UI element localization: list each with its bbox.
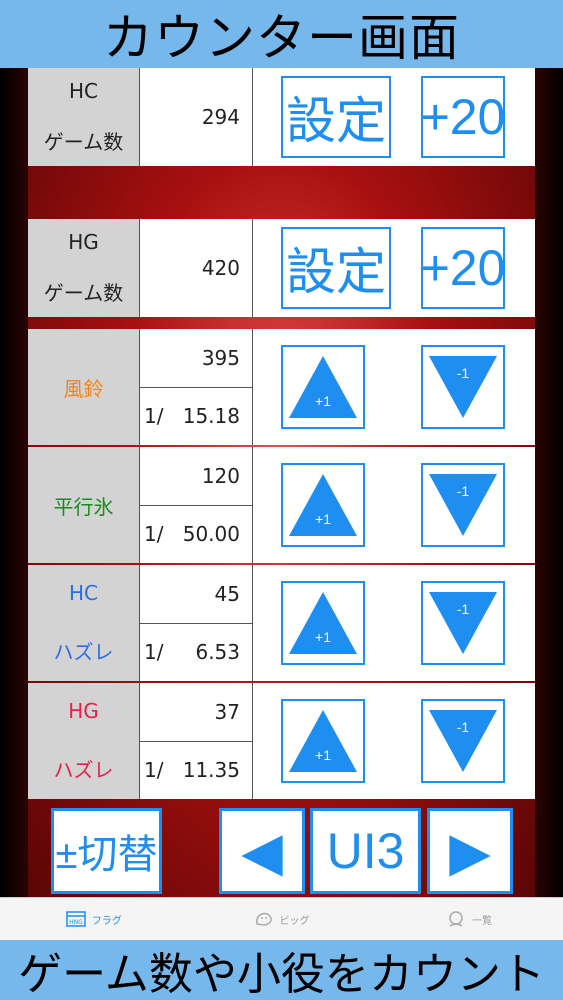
decrement-label: -1: [456, 365, 470, 381]
plus-20-button[interactable]: +20: [421, 76, 505, 158]
tab-big[interactable]: ビッグ: [188, 898, 376, 940]
tab-list[interactable]: 一覧: [375, 898, 563, 940]
counter-row: 風鈴 395 1/ 15.18 +1 -1: [28, 329, 535, 445]
tab-flag-label: フラグ: [91, 915, 122, 927]
game-count-value: 420: [140, 219, 253, 317]
counter-ratio: 1/ 6.53: [140, 624, 252, 682]
ratio-prefix: 1/: [144, 522, 164, 547]
counter-label-line1: HG: [68, 698, 99, 723]
counter-values: 395 1/ 15.18: [140, 329, 253, 445]
ratio-value: 6.53: [195, 640, 240, 665]
page-title: カウンター画面: [103, 9, 460, 67]
game-label-line2: ゲーム数: [43, 129, 124, 154]
counter-label-line2: ハズレ: [53, 640, 114, 665]
svg-text:HNG: HNG: [69, 919, 83, 926]
ratio-value: 50.00: [182, 522, 240, 547]
ratio-prefix: 1/: [144, 640, 164, 665]
game-actions: 設定 +20: [253, 219, 535, 317]
counter-label-line1: 風鈴: [63, 376, 104, 401]
decrement-button[interactable]: -1: [421, 699, 505, 783]
decrement-label: -1: [456, 719, 470, 735]
counter-label: 風鈴: [28, 329, 140, 445]
ratio-prefix: 1/: [144, 758, 164, 783]
footer-banner-text: ゲーム数や小役をカウント: [18, 949, 545, 1000]
tab-bar: HNG フラグ ビッグ 一覧: [0, 897, 563, 940]
tab-big-label: ビッグ: [279, 915, 310, 927]
game-row-hg: HG ゲーム数 420 設定 +20: [28, 219, 535, 317]
counter-row: HG ハズレ 37 1/ 11.35 +1 -1: [28, 683, 535, 799]
increment-label: +1: [315, 393, 331, 409]
decrement-label: -1: [456, 483, 470, 499]
counter-label: HG ハズレ: [28, 683, 140, 799]
game-count-value: 294: [140, 68, 253, 166]
flag-icon: HNG: [66, 910, 86, 928]
mode-button[interactable]: UI3: [310, 808, 421, 894]
counter-count: 37: [140, 683, 252, 742]
tab-list-label: 一覧: [472, 915, 493, 927]
counter-row: 平行氷 120 1/ 50.00 +1 -1: [28, 447, 535, 563]
left-edge: [0, 68, 28, 897]
switch-button[interactable]: ±切替: [51, 808, 162, 894]
counter-actions: +1 -1: [253, 329, 535, 445]
counter-count: 45: [140, 565, 252, 624]
ratio-value: 15.18: [182, 404, 240, 429]
increment-button[interactable]: +1: [281, 345, 365, 429]
counter-actions: +1 -1: [253, 447, 535, 563]
game-label-line1: HC: [68, 79, 98, 104]
game-label-line2: ゲーム数: [43, 280, 124, 305]
counter-label: 平行氷: [28, 447, 140, 563]
counter-values: 37 1/ 11.35: [140, 683, 253, 799]
increment-button[interactable]: +1: [281, 463, 365, 547]
decrement-button[interactable]: -1: [421, 463, 505, 547]
list-icon: [446, 910, 466, 928]
ratio-prefix: 1/: [144, 404, 164, 429]
increment-button[interactable]: +1: [281, 581, 365, 665]
increment-button[interactable]: +1: [281, 699, 365, 783]
next-button[interactable]: ▶: [427, 808, 513, 894]
counter-values: 45 1/ 6.53: [140, 565, 253, 681]
counter-ratio: 1/ 15.18: [140, 388, 252, 446]
counter-ratio: 1/ 50.00: [140, 506, 252, 564]
tab-flag[interactable]: HNG フラグ: [0, 898, 188, 940]
increment-label: +1: [315, 629, 331, 645]
game-row-hc: HC ゲーム数 294 設定 +20: [28, 68, 535, 166]
plus-20-button[interactable]: +20: [421, 227, 505, 309]
game-label: HC ゲーム数: [28, 68, 140, 166]
counter-actions: +1 -1: [253, 565, 535, 681]
big-icon: [254, 910, 274, 928]
counter-label-line1: 平行氷: [53, 494, 114, 519]
increment-label: +1: [315, 747, 331, 763]
increment-label: +1: [315, 511, 331, 527]
game-actions: 設定 +20: [253, 68, 535, 166]
counter-row: HC ハズレ 45 1/ 6.53 +1 -1: [28, 565, 535, 681]
decrement-button[interactable]: -1: [421, 581, 505, 665]
footer-banner: ゲーム数や小役をカウント: [0, 940, 563, 1000]
prev-button[interactable]: ◀: [219, 808, 305, 894]
set-button[interactable]: 設定: [281, 76, 391, 158]
counter-label-line2: ハズレ: [53, 758, 114, 783]
game-label: HG ゲーム数: [28, 219, 140, 317]
counter-actions: +1 -1: [253, 683, 535, 799]
counter-label: HC ハズレ: [28, 565, 140, 681]
page-title-banner: カウンター画面: [0, 0, 563, 68]
right-edge: [535, 68, 563, 897]
counter-count: 395: [140, 329, 252, 388]
ratio-value: 11.35: [182, 758, 240, 783]
counter-label-line1: HC: [68, 580, 98, 605]
decrement-label: -1: [456, 601, 470, 617]
counter-values: 120 1/ 50.00: [140, 447, 253, 563]
counter-ratio: 1/ 11.35: [140, 742, 252, 800]
counter-count: 120: [140, 447, 252, 506]
decrement-button[interactable]: -1: [421, 345, 505, 429]
game-label-line1: HG: [68, 230, 99, 255]
set-button[interactable]: 設定: [281, 227, 391, 309]
